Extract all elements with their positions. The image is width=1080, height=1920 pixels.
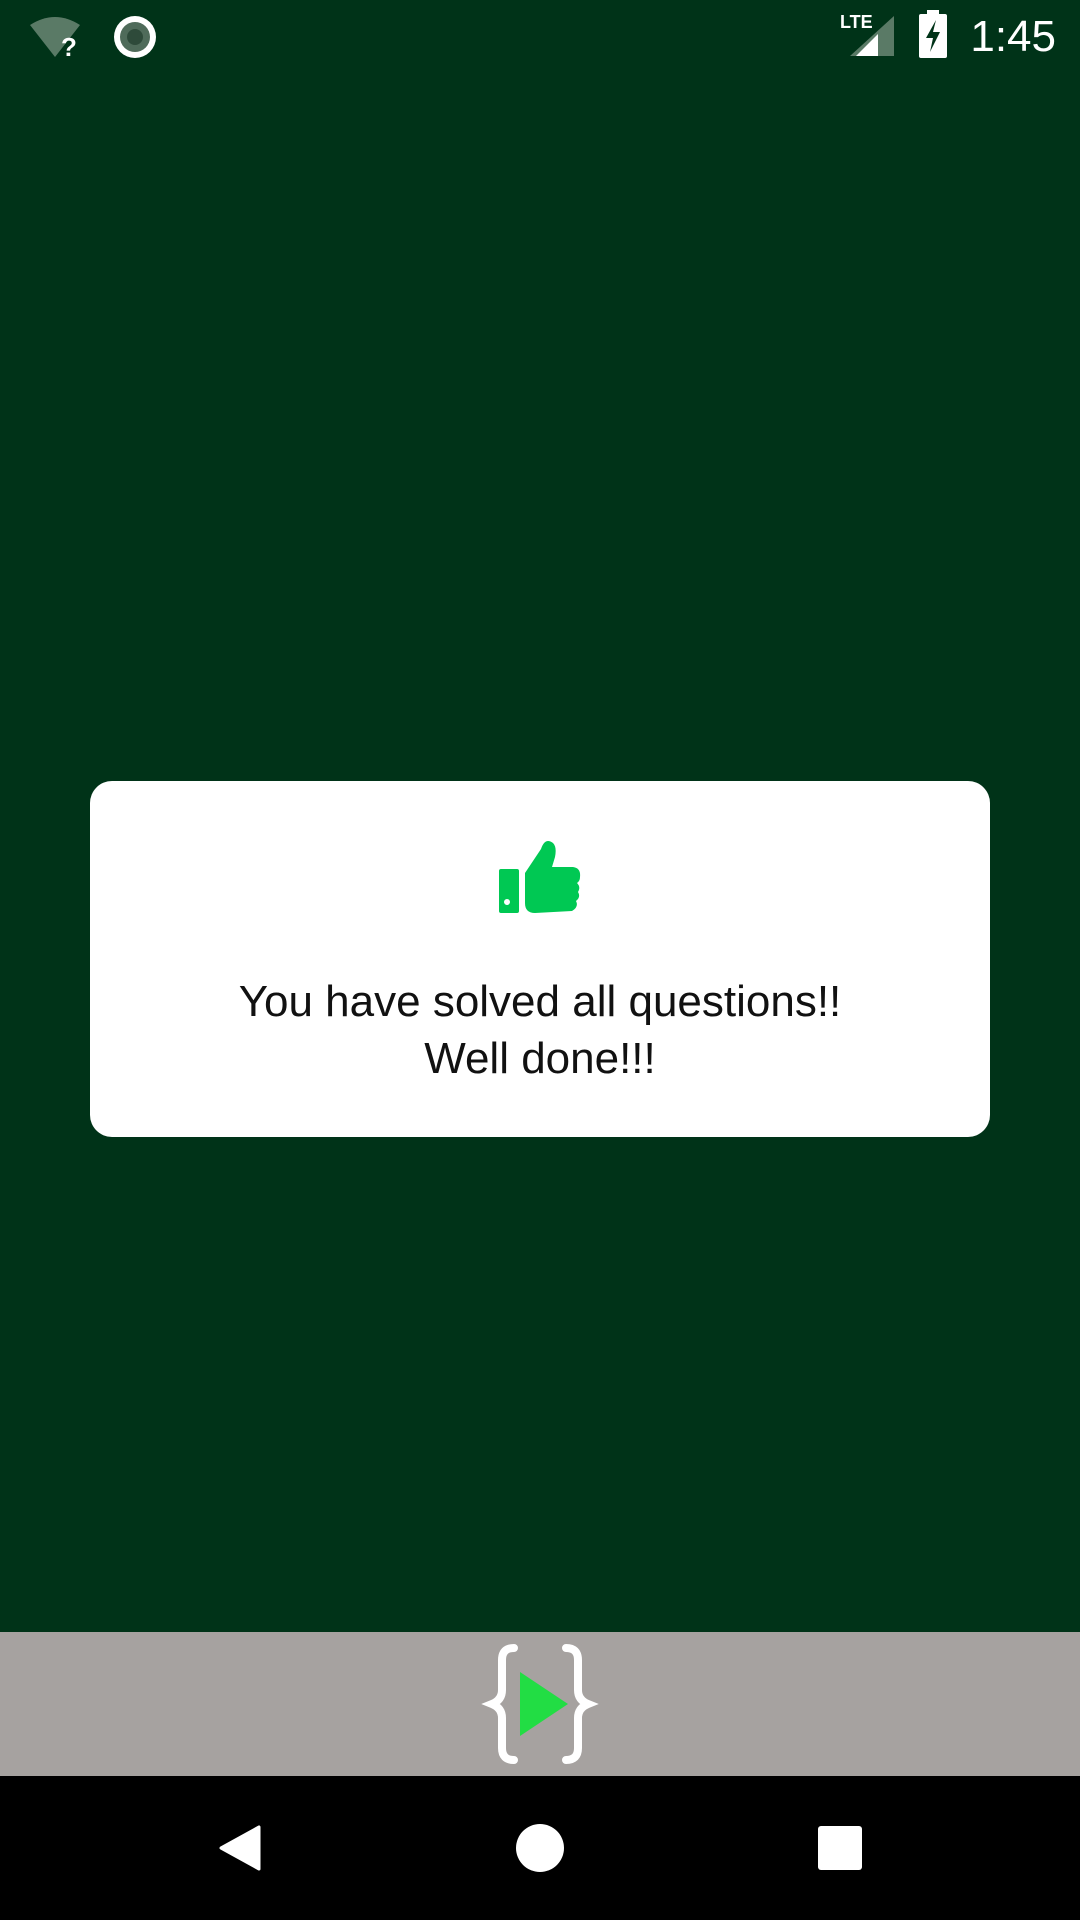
- status-bar: ? LTE 1:45: [0, 0, 1080, 72]
- lte-label: LTE: [840, 12, 873, 32]
- wifi-unknown-icon: ?: [28, 15, 82, 64]
- svg-text:?: ?: [61, 32, 77, 59]
- status-bar-left: ?: [28, 14, 158, 65]
- nav-back-button[interactable]: [160, 1776, 320, 1920]
- nav-home-button[interactable]: [460, 1776, 620, 1920]
- lte-signal-icon: LTE: [840, 10, 896, 63]
- completion-dialog: You have solved all questions!! Well don…: [90, 781, 990, 1137]
- nav-recents-button[interactable]: [760, 1776, 920, 1920]
- code-play-logo-icon[interactable]: [480, 1642, 600, 1766]
- battery-charging-icon: [918, 10, 948, 63]
- bottom-banner[interactable]: [0, 1632, 1080, 1776]
- status-bar-right: LTE 1:45: [840, 10, 1056, 63]
- back-icon: [219, 1825, 261, 1871]
- home-icon: [516, 1824, 564, 1872]
- recents-icon: [818, 1826, 862, 1870]
- location-ring-icon: [112, 14, 158, 65]
- thumbs-up-icon: [495, 835, 585, 925]
- navigation-bar: [0, 1776, 1080, 1920]
- status-clock: 1:45: [970, 11, 1056, 61]
- dialog-message: You have solved all questions!! Well don…: [238, 977, 842, 1083]
